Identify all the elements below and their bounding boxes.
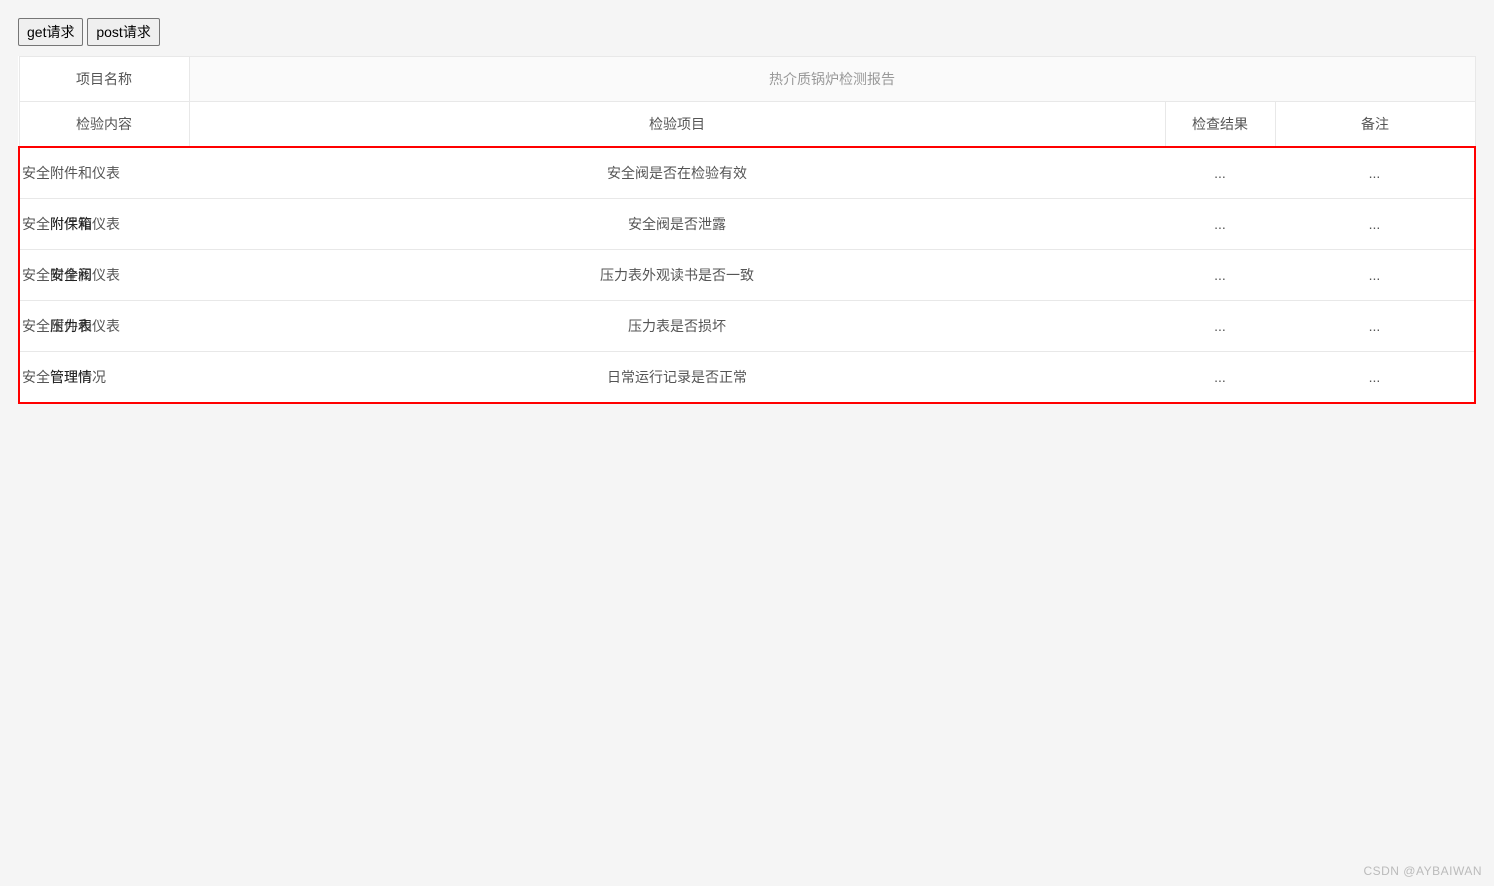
cell-item: 安全阀是否在检验有效 bbox=[189, 147, 1165, 199]
content-overlay-text: 压力表 bbox=[50, 316, 92, 336]
table-row: 安全附件和仪表 附保箱 安全阀是否泄露 ... ... bbox=[19, 199, 1475, 250]
cell-result: ... bbox=[1165, 250, 1275, 301]
cell-result: ... bbox=[1165, 147, 1275, 199]
project-value: 热介质锅炉检测报告 bbox=[189, 57, 1475, 102]
cell-result: ... bbox=[1165, 199, 1275, 250]
content-overlay-text: 附保箱 bbox=[50, 214, 92, 234]
table-row: 安全附件和仪表 压力表 压力表是否损坏 ... ... bbox=[19, 301, 1475, 352]
cell-content: 安全管理情况 管理情 bbox=[19, 352, 189, 404]
data-section: 安全附件和仪表 安全阀是否在检验有效 ... ... 安全附件和仪表 附保箱 安… bbox=[19, 147, 1475, 403]
post-request-button[interactable]: post请求 bbox=[87, 18, 159, 46]
cell-content: 安全附件和仪表 附保箱 bbox=[19, 199, 189, 250]
button-row: get请求 post请求 bbox=[18, 18, 1476, 46]
project-header-row: 项目名称 热介质锅炉检测报告 bbox=[19, 57, 1475, 102]
col-header-item: 检验项目 bbox=[189, 102, 1165, 148]
cell-result: ... bbox=[1165, 352, 1275, 404]
table-row: 安全管理情况 管理情 日常运行记录是否正常 ... ... bbox=[19, 352, 1475, 404]
project-name-label: 项目名称 bbox=[19, 57, 189, 102]
cell-note: ... bbox=[1275, 250, 1475, 301]
cell-note: ... bbox=[1275, 199, 1475, 250]
content-overlay-text: 管理情 bbox=[50, 367, 92, 387]
page-container: get请求 post请求 项目名称 热介质锅炉检测报告 检验内容 检验项目 检查… bbox=[0, 0, 1494, 422]
cell-content: 安全附件和仪表 安全阀 bbox=[19, 250, 189, 301]
table-row: 安全附件和仪表 安全阀 压力表外观读书是否一致 ... ... bbox=[19, 250, 1475, 301]
cell-item: 日常运行记录是否正常 bbox=[189, 352, 1165, 404]
cell-content: 安全附件和仪表 压力表 bbox=[19, 301, 189, 352]
report-table: 项目名称 热介质锅炉检测报告 检验内容 检验项目 检查结果 备注 安全附件和仪表… bbox=[18, 56, 1476, 404]
cell-note: ... bbox=[1275, 352, 1475, 404]
column-header-row: 检验内容 检验项目 检查结果 备注 bbox=[19, 102, 1475, 148]
cell-note: ... bbox=[1275, 301, 1475, 352]
content-overlay-text: 安全阀 bbox=[50, 265, 92, 285]
col-header-content: 检验内容 bbox=[19, 102, 189, 148]
watermark: CSDN @AYBAIWAN bbox=[1363, 864, 1482, 878]
cell-content: 安全附件和仪表 bbox=[19, 147, 189, 199]
cell-item: 压力表是否损坏 bbox=[189, 301, 1165, 352]
table-row: 安全附件和仪表 安全阀是否在检验有效 ... ... bbox=[19, 147, 1475, 199]
col-header-result: 检查结果 bbox=[1165, 102, 1275, 148]
col-header-note: 备注 bbox=[1275, 102, 1475, 148]
cell-item: 压力表外观读书是否一致 bbox=[189, 250, 1165, 301]
cell-note: ... bbox=[1275, 147, 1475, 199]
content-text: 安全附件和仪表 bbox=[22, 165, 120, 181]
get-request-button[interactable]: get请求 bbox=[18, 18, 83, 46]
cell-result: ... bbox=[1165, 301, 1275, 352]
cell-item: 安全阀是否泄露 bbox=[189, 199, 1165, 250]
